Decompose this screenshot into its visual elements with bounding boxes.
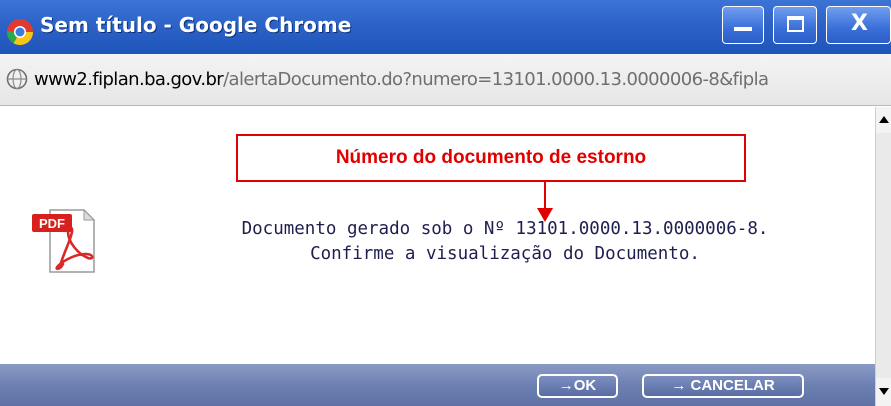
maximize-button[interactable] (773, 6, 817, 44)
url-host: www2.fiplan.ba.gov.br (34, 69, 224, 90)
maximize-icon (787, 16, 804, 32)
chrome-icon (6, 19, 34, 46)
cancel-button[interactable]: → CANCELAR (642, 374, 804, 398)
dialog-footer: →OK → CANCELAR (0, 364, 875, 406)
close-button[interactable]: X (826, 6, 891, 44)
minimize-button[interactable] (722, 6, 764, 44)
annotation-arrow-line (544, 182, 546, 210)
url-field[interactable]: www2.fiplan.ba.gov.br/alertaDocumento.do… (34, 69, 769, 90)
message-line-2: Confirme a visualização do Documento. (310, 244, 700, 264)
ok-button[interactable]: →OK (537, 374, 618, 398)
annotation-callout: Número do documento de estorno (236, 134, 746, 182)
globe-icon (6, 68, 28, 90)
pdf-icon: PDF (32, 208, 96, 273)
vertical-scrollbar[interactable] (875, 107, 891, 406)
address-bar: www2.fiplan.ba.gov.br/alertaDocumento.do… (0, 54, 891, 106)
message-line-1: Documento gerado sob o Nº 13101.0000.13.… (241, 219, 769, 239)
annotation-label: Número do documento de estorno (335, 147, 647, 168)
scroll-up-arrow-icon[interactable] (876, 107, 891, 133)
scroll-down-arrow-icon[interactable] (876, 378, 891, 406)
window-title: Sem título - Google Chrome (40, 13, 352, 37)
title-bar: Sem título - Google Chrome X (0, 0, 891, 54)
url-path: /alertaDocumento.do?numero=13101.0000.13… (223, 69, 769, 90)
close-icon: X (851, 11, 868, 36)
minimize-icon (734, 27, 752, 31)
pdf-icon-label: PDF (39, 216, 65, 231)
